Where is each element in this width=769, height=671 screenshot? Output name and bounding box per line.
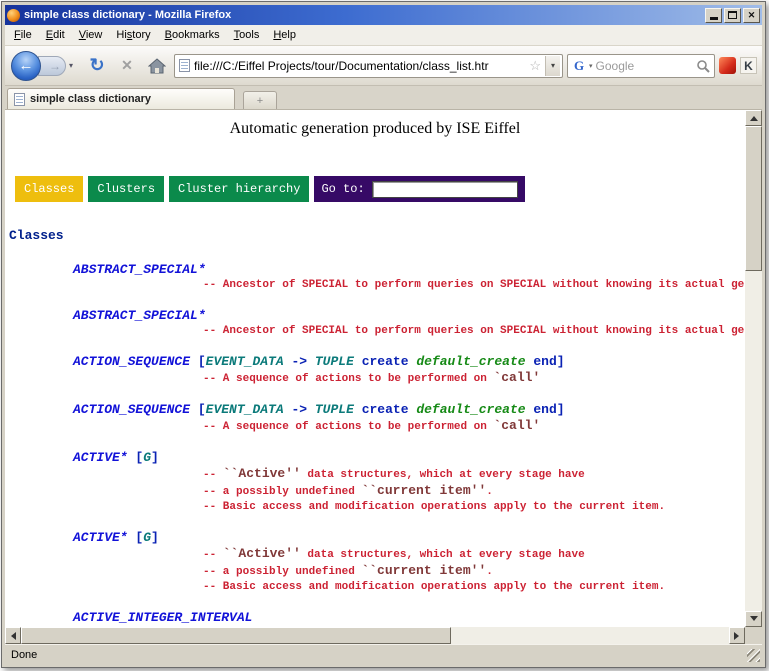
maximize-button[interactable]	[724, 8, 741, 23]
tab-page-icon	[14, 93, 25, 106]
class-link[interactable]: ACTIVE_INTEGER_INTERVAL	[73, 609, 745, 626]
home-button[interactable]	[144, 53, 170, 79]
up-arrow-icon	[750, 112, 758, 121]
class-entry: ACTIVE* [G]-- ``Active'' data structures…	[73, 529, 745, 595]
button-clusters[interactable]: Clusters	[88, 176, 164, 202]
menu-bookmarks[interactable]: Bookmarks	[158, 26, 227, 44]
window-title: simple class dictionary - Mozilla Firefo…	[24, 9, 701, 21]
tab-active[interactable]: simple class dictionary	[7, 88, 235, 109]
forward-icon: →	[49, 59, 61, 73]
horizontal-scroll-thumb[interactable]	[21, 627, 451, 644]
class-link[interactable]: ACTIVE* [G]	[73, 449, 745, 466]
close-button[interactable]: ✕	[743, 8, 760, 23]
class-comment: -- a possibly undefined ``current item''…	[203, 563, 745, 580]
url-input[interactable]: file:///C:/Eiffel Projects/tour/Document…	[194, 59, 525, 73]
class-entry: ACTIVE_INTEGER_INTERVAL	[73, 609, 745, 626]
class-link[interactable]: ABSTRACT_SPECIAL*	[73, 261, 745, 278]
status-bar: Done	[5, 644, 762, 664]
class-link[interactable]: ABSTRACT_SPECIAL*	[73, 307, 745, 324]
stop-button[interactable]: ✕	[114, 53, 140, 79]
down-arrow-icon	[750, 616, 758, 625]
class-comment: -- ``Active'' data structures, which at …	[203, 546, 745, 563]
class-entry: ABSTRACT_SPECIAL*-- Ancestor of SPECIAL …	[73, 261, 745, 293]
google-icon: G	[572, 59, 586, 73]
site-icon	[179, 59, 190, 72]
page-content: Automatic generation produced by ISE Eif…	[5, 110, 745, 627]
scroll-down-button[interactable]	[745, 611, 762, 627]
class-link[interactable]: ACTION_SEQUENCE [EVENT_DATA -> TUPLE cre…	[73, 401, 745, 418]
maximize-icon	[728, 11, 737, 19]
scrollbar-corner	[745, 627, 762, 644]
nav-toolbar: → ← ▾ ↻ ✕ file:///C:/Eiffel Projects/tou…	[5, 46, 762, 86]
page-heading: Automatic generation produced by ISE Eif…	[5, 120, 745, 138]
tab-label: simple class dictionary	[30, 93, 151, 105]
goto-label: Go to:	[321, 182, 364, 196]
scroll-up-button[interactable]	[745, 110, 762, 126]
window-controls: ✕	[705, 8, 760, 23]
menu-view[interactable]: View	[72, 26, 110, 44]
class-entry: ABSTRACT_SPECIAL*-- Ancestor of SPECIAL …	[73, 307, 745, 339]
class-list: ABSTRACT_SPECIAL*-- Ancestor of SPECIAL …	[73, 261, 745, 626]
section-title: Classes	[9, 228, 745, 243]
class-comment: -- A sequence of actions to be performed…	[203, 418, 745, 435]
resize-grip[interactable]	[747, 649, 760, 662]
content-wrapper: Automatic generation produced by ISE Eif…	[5, 110, 762, 644]
menu-bar: FileEditViewHistoryBookmarksToolsHelp	[5, 25, 762, 46]
class-comment: -- Basic access and modification operati…	[203, 580, 745, 595]
right-arrow-icon	[734, 632, 743, 640]
minimize-icon	[710, 17, 718, 20]
class-entry: ACTION_SEQUENCE [EVENT_DATA -> TUPLE cre…	[73, 353, 745, 387]
addon-icon-k[interactable]: K	[740, 57, 757, 74]
history-dropdown-icon[interactable]: ▾	[69, 61, 73, 70]
url-dropdown-button[interactable]: ▾	[545, 56, 560, 76]
left-arrow-icon	[7, 632, 16, 640]
title-bar[interactable]: simple class dictionary - Mozilla Firefo…	[5, 5, 762, 25]
scroll-left-button[interactable]	[5, 627, 21, 644]
class-link[interactable]: ACTION_SEQUENCE [EVENT_DATA -> TUPLE cre…	[73, 353, 745, 370]
menu-file[interactable]: File	[7, 26, 39, 44]
vertical-scrollbar[interactable]	[745, 110, 762, 627]
class-comment: -- Ancestor of SPECIAL to perform querie…	[203, 324, 745, 339]
menu-history[interactable]: History	[109, 26, 157, 44]
goto-box: Go to:	[314, 176, 524, 202]
button-cluster-hierarchy[interactable]: Cluster hierarchy	[169, 176, 309, 202]
vertical-scroll-thumb[interactable]	[745, 126, 762, 271]
class-link[interactable]: ACTIVE* [G]	[73, 529, 745, 546]
search-bar[interactable]: G ▾ Google	[567, 54, 715, 78]
class-comment: -- Ancestor of SPECIAL to perform querie…	[203, 278, 745, 293]
goto-input[interactable]	[372, 181, 518, 198]
back-button[interactable]: ←	[11, 51, 41, 81]
status-text: Done	[11, 649, 37, 661]
minimize-button[interactable]	[705, 8, 722, 23]
class-comment: -- Basic access and modification operati…	[203, 500, 745, 515]
class-entry: ACTIVE* [G]-- ``Active'' data structures…	[73, 449, 745, 515]
tab-bar: simple class dictionary +	[5, 86, 762, 110]
menu-tools[interactable]: Tools	[227, 26, 267, 44]
reload-button[interactable]: ↻	[84, 53, 110, 79]
button-classes[interactable]: Classes	[15, 176, 83, 202]
nav-button-row: ClassesClustersCluster hierarchy Go to:	[15, 176, 745, 202]
horizontal-scrollbar[interactable]	[5, 627, 745, 644]
search-input[interactable]: Google	[596, 59, 693, 73]
class-comment: -- ``Active'' data structures, which at …	[203, 466, 745, 483]
menu-help[interactable]: Help	[266, 26, 303, 44]
class-comment: -- a possibly undefined ``current item''…	[203, 483, 745, 500]
search-engine-dropdown[interactable]: ▾	[589, 62, 593, 70]
class-entry: ACTION_SEQUENCE [EVENT_DATA -> TUPLE cre…	[73, 401, 745, 435]
back-icon: ←	[19, 57, 34, 74]
firefox-icon	[7, 9, 20, 22]
class-comment: -- A sequence of actions to be performed…	[203, 370, 745, 387]
scroll-right-button[interactable]	[729, 627, 745, 644]
home-icon	[148, 58, 166, 74]
forward-button[interactable]: →	[38, 56, 66, 76]
browser-window: simple class dictionary - Mozilla Firefo…	[1, 1, 766, 668]
new-tab-button[interactable]: +	[243, 91, 277, 109]
url-bar[interactable]: file:///C:/Eiffel Projects/tour/Document…	[174, 54, 563, 78]
menu-edit[interactable]: Edit	[39, 26, 72, 44]
bookmark-star-icon[interactable]: ☆	[529, 58, 541, 74]
search-icon[interactable]	[696, 59, 710, 73]
addon-icon-red[interactable]	[719, 57, 736, 74]
back-forward-group: → ← ▾	[10, 49, 80, 83]
